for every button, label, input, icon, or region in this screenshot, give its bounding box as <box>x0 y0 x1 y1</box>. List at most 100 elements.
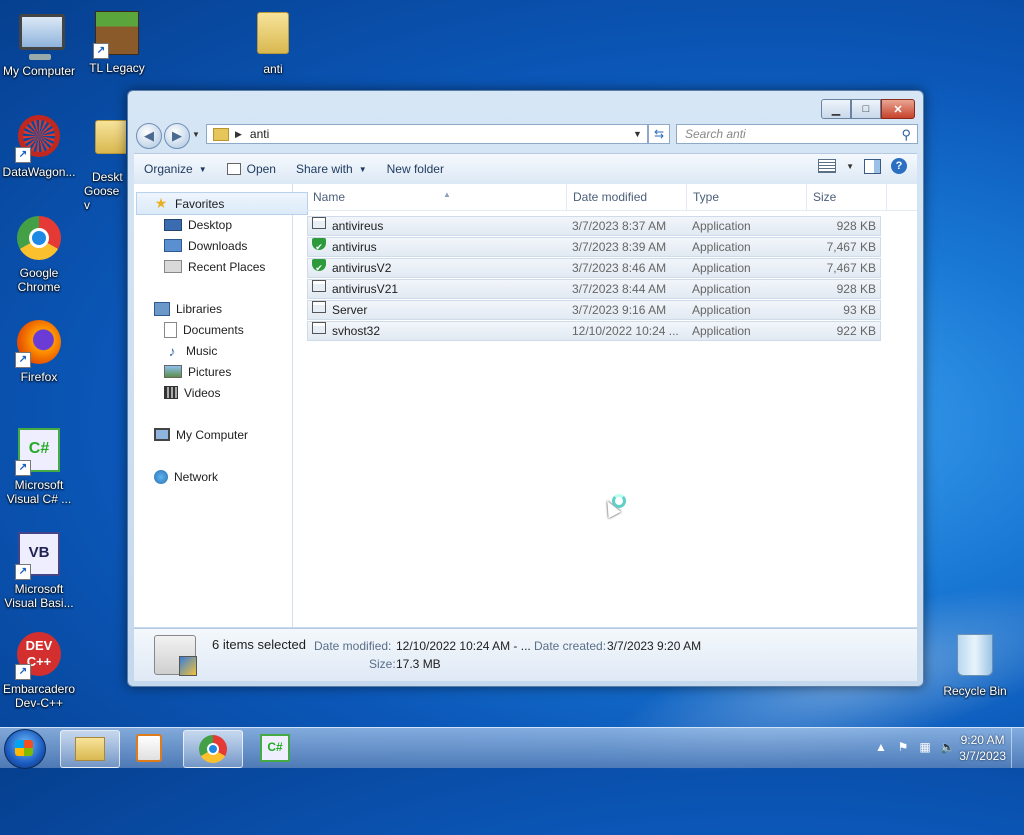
refresh-button[interactable]: ⇆ <box>648 124 670 144</box>
nav-downloads[interactable]: Downloads <box>134 235 247 256</box>
file-date: 3/7/2023 8:37 AM <box>572 219 667 233</box>
volume-icon[interactable]: 🔈 <box>940 740 955 754</box>
file-size: 928 KB <box>836 282 876 296</box>
application-icon <box>312 322 326 334</box>
recycle-bin-icon <box>951 634 999 682</box>
column-header-date-modified[interactable]: Date modified <box>567 184 687 210</box>
organize-button[interactable]: Organize ▼ <box>134 156 217 182</box>
back-button[interactable]: ◀ <box>136 123 162 149</box>
show-desktop-button[interactable] <box>1011 728 1024 768</box>
file-row[interactable]: antivireus 3/7/2023 8:37 AM Application … <box>307 216 881 236</box>
column-header-name[interactable]: Name ▲ <box>307 184 567 210</box>
nav-music[interactable]: ♪ Music <box>134 340 218 361</box>
open-icon <box>226 163 241 175</box>
desktop-icon-dev-cpp[interactable]: DEV C++ ↗ Embarcadero Dev-C++ <box>0 630 78 710</box>
file-row[interactable]: Server 3/7/2023 9:16 AM Application 93 K… <box>307 300 881 320</box>
recent-places-icon <box>164 260 182 273</box>
nav-libraries[interactable]: Libraries <box>134 298 222 319</box>
open-button[interactable]: Open <box>217 156 286 182</box>
folder-icon <box>75 737 105 761</box>
maximize-icon: □ <box>862 103 870 115</box>
taskbar-media-player[interactable] <box>120 730 178 766</box>
action-center-icon[interactable]: ⚑ <box>896 740 910 754</box>
file-date: 3/7/2023 9:16 AM <box>572 303 667 317</box>
system-clock[interactable]: 9:20 AM 3/7/2023 <box>959 732 1006 764</box>
file-row[interactable]: svhost32 12/10/2022 10:24 ... Applicatio… <box>307 321 881 341</box>
taskbar-visual-csharp[interactable]: C# <box>246 730 304 766</box>
taskbar-chrome[interactable] <box>183 730 243 768</box>
desktop-icon-visual-basic[interactable]: VB ↗ Microsoft Visual Basi... <box>0 528 78 610</box>
minecraft-icon: ↗ <box>93 11 141 59</box>
caption-buttons: ▁ □ ✕ <box>821 99 915 119</box>
show-hidden-icons-icon[interactable]: ▲ <box>874 740 888 754</box>
recent-pages-dropdown[interactable]: ▼ <box>192 130 202 139</box>
desktop-icon-firefox[interactable]: ↗ Firefox <box>0 318 78 384</box>
sort-ascending-icon: ▲ <box>443 190 451 199</box>
file-date: 3/7/2023 8:44 AM <box>572 282 667 296</box>
search-placeholder: Search anti <box>685 127 746 141</box>
maximize-button[interactable]: □ <box>851 99 881 119</box>
desktop-icon-desktop-goose[interactable]: Deskt Goose v <box>78 112 126 212</box>
change-view-icon[interactable] <box>818 159 837 173</box>
file-size: 7,467 KB <box>826 240 876 254</box>
close-button[interactable]: ✕ <box>881 99 915 119</box>
nav-favorites[interactable]: ★ Favorites <box>136 192 308 215</box>
file-row[interactable]: antivirusV21 3/7/2023 8:44 AM Applicatio… <box>307 279 881 299</box>
file-row[interactable]: ✔ antivirus 3/7/2023 8:39 AM Application… <box>307 237 881 257</box>
preview-pane-icon[interactable] <box>864 158 881 174</box>
taskbar-explorer[interactable] <box>60 730 120 768</box>
nav-videos[interactable]: Videos <box>134 382 220 403</box>
date-created-label: Date created: <box>534 639 607 653</box>
nav-desktop[interactable]: Desktop <box>134 214 232 235</box>
navigation-pane: ★ Favorites Desktop Downloads Recent Pla… <box>134 184 308 627</box>
desktop-icon-label: TL Legacy <box>89 61 145 75</box>
visual-csharp-icon: C# ↗ <box>15 428 63 476</box>
address-dropdown-icon[interactable]: ▼ <box>633 129 647 139</box>
desktop-icon-datawagon[interactable]: ↗ DataWagon... <box>0 112 78 179</box>
search-input[interactable]: Search anti ⚲ <box>676 124 918 144</box>
minimize-button[interactable]: ▁ <box>821 99 851 119</box>
application-icon <box>312 217 326 229</box>
network-icon[interactable]: ▦ <box>918 740 932 754</box>
file-row[interactable]: ✔ antivirusV2 3/7/2023 8:46 AM Applicati… <box>307 258 881 278</box>
network-icon <box>154 469 168 484</box>
nav-pictures[interactable]: Pictures <box>134 361 231 382</box>
file-type: Application <box>692 261 751 275</box>
new-folder-button[interactable]: New folder <box>377 156 454 182</box>
column-header-type[interactable]: Type <box>687 184 807 210</box>
search-icon[interactable]: ⚲ <box>901 126 911 144</box>
start-button[interactable] <box>4 729 46 769</box>
address-bar[interactable]: ▶ anti ▼ <box>206 124 648 144</box>
desktop-icon-anti[interactable]: anti <box>234 8 312 76</box>
desktop-icon-google-chrome[interactable]: Google Chrome <box>0 214 78 294</box>
explorer-window[interactable]: ▁ □ ✕ ◀ ▶ ▼ ▶ anti ▼ ⇆ Search anti ⚲ Org… <box>127 90 924 687</box>
desktop-icon-label: Recycle Bin <box>943 684 1007 698</box>
file-date: 3/7/2023 8:39 AM <box>572 240 667 254</box>
nav-recent-places[interactable]: Recent Places <box>134 256 265 277</box>
forward-button[interactable]: ▶ <box>164 123 190 149</box>
dev-cpp-icon: DEV C++ ↗ <box>15 632 63 680</box>
desktop-icon-tl-legacy[interactable]: ↗ TL Legacy <box>78 8 156 75</box>
chevron-down-icon[interactable]: ▼ <box>846 162 854 171</box>
file-name: antivirus <box>332 240 377 254</box>
star-icon: ★ <box>154 195 168 211</box>
desktop-icon-label: Embarcadero <box>2 682 76 696</box>
desktop-icon-label: Deskt <box>92 170 123 184</box>
nav-documents[interactable]: Documents <box>134 319 244 340</box>
desktop-icon-my-computer[interactable]: My Computer <box>0 8 78 78</box>
help-icon[interactable]: ? <box>891 158 907 174</box>
desktop-icon-label: Visual Basi... <box>4 596 74 610</box>
column-header-size[interactable]: Size <box>807 184 887 210</box>
address-path[interactable]: anti <box>250 127 633 141</box>
desktop-icon <box>164 218 182 231</box>
file-name: Server <box>332 303 368 317</box>
application-icon <box>312 280 326 292</box>
clock-time: 9:20 AM <box>960 733 1005 747</box>
shortcut-arrow-icon: ↗ <box>15 147 31 163</box>
nav-network[interactable]: Network <box>134 466 218 487</box>
share-with-button[interactable]: Share with ▼ <box>286 156 377 182</box>
breadcrumb-arrow-icon[interactable]: ▶ <box>235 129 242 140</box>
desktop-icon-recycle-bin[interactable]: Recycle Bin <box>936 630 1014 698</box>
desktop-icon-visual-csharp[interactable]: C# ↗ Microsoft Visual C# ... <box>0 424 78 506</box>
nav-my-computer[interactable]: My Computer <box>134 424 248 445</box>
